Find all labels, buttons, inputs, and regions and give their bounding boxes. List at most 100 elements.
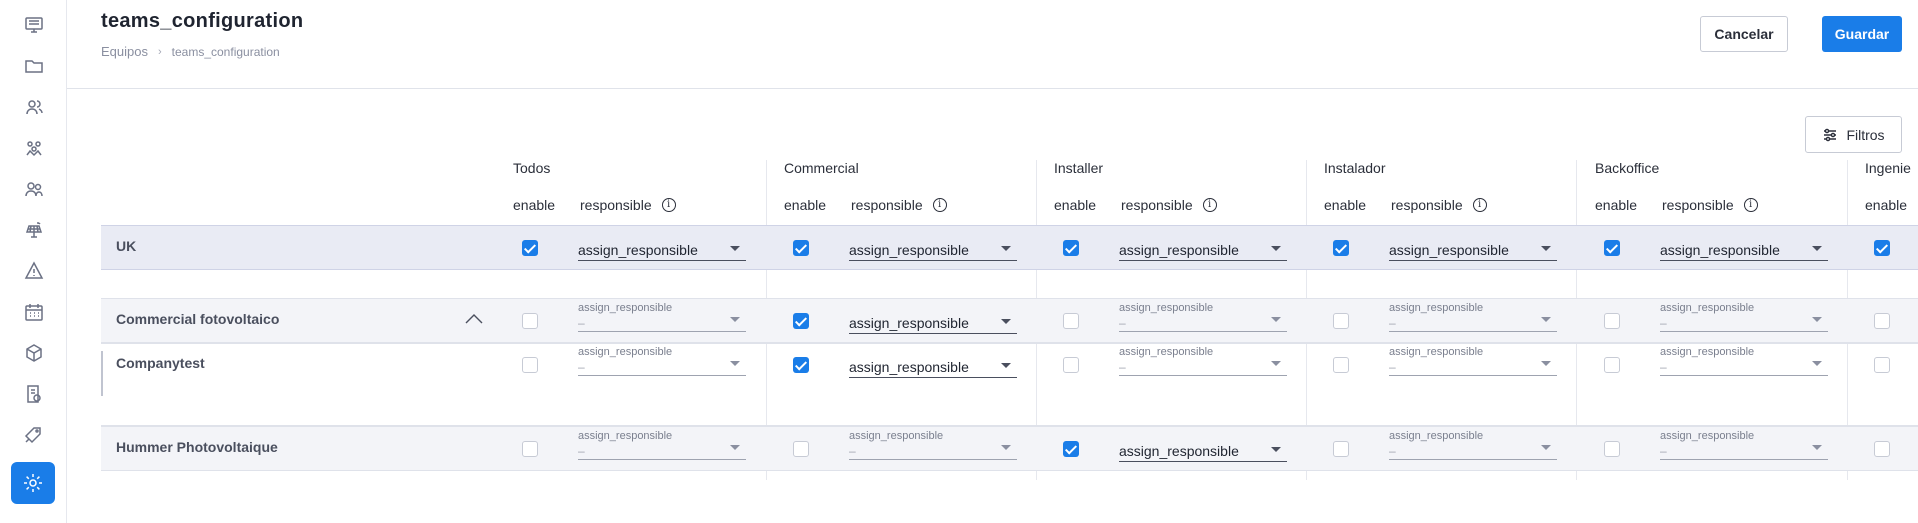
- dropdown-arrow-icon: [1812, 445, 1822, 450]
- column-header: Todos: [513, 160, 551, 176]
- responsible-select-placeholder: –: [1389, 444, 1396, 458]
- responsible-select-value: assign_responsible: [1119, 242, 1239, 258]
- sidebar-item-contacts[interactable]: [14, 87, 54, 127]
- dropdown-arrow-icon: [1812, 317, 1822, 322]
- responsible-select[interactable]: assign_responsible: [1119, 438, 1287, 462]
- table-spacer-row: [101, 270, 1918, 299]
- responsible-select[interactable]: assign_responsible –: [849, 430, 1017, 460]
- responsible-select-label: assign_responsible: [578, 430, 673, 442]
- responsible-select-label: assign_responsible: [1660, 302, 1755, 314]
- sidebar-item-billing[interactable]: [14, 374, 54, 414]
- enable-checkbox[interactable]: [1333, 240, 1349, 256]
- enable-checkbox[interactable]: [1604, 441, 1620, 457]
- responsible-select-value: assign_responsible: [1389, 242, 1509, 258]
- responsible-select[interactable]: assign_responsible: [1119, 237, 1287, 261]
- sidebar-item-calendar[interactable]: [14, 292, 54, 332]
- enable-checkbox[interactable]: [793, 357, 809, 373]
- enable-checkbox[interactable]: [793, 441, 809, 457]
- info-icon[interactable]: i: [1743, 198, 1758, 212]
- responsible-select[interactable]: assign_responsible –: [578, 346, 746, 376]
- enable-checkbox[interactable]: [1333, 357, 1349, 373]
- sidebar-item-monitor[interactable]: [14, 5, 54, 45]
- enable-checkbox[interactable]: [1874, 441, 1890, 457]
- team-icon: [26, 141, 42, 157]
- responsible-select-label: assign_responsible: [1389, 346, 1484, 358]
- responsible-select-label: assign_responsible: [1660, 346, 1755, 358]
- responsible-select[interactable]: assign_responsible –: [1660, 346, 1828, 376]
- enable-checkbox[interactable]: [1604, 357, 1620, 373]
- info-icon[interactable]: i: [932, 198, 947, 212]
- responsible-select[interactable]: assign_responsible –: [1119, 302, 1287, 332]
- responsible-select[interactable]: assign_responsible –: [1660, 302, 1828, 332]
- dropdown-arrow-icon: [1001, 246, 1011, 251]
- subheader-enable: enable: [1865, 197, 1907, 213]
- enable-checkbox[interactable]: [522, 441, 538, 457]
- enable-checkbox[interactable]: [1604, 240, 1620, 256]
- sidebar-item-users[interactable]: [14, 169, 54, 209]
- teams-config-table: Todos enable responsible i Commercial enable r…: [101, 160, 1918, 480]
- responsible-select-placeholder: –: [1389, 360, 1396, 374]
- responsible-select[interactable]: assign_responsible –: [578, 430, 746, 460]
- enable-checkbox[interactable]: [793, 313, 809, 329]
- responsible-select[interactable]: assign_responsible –: [1389, 346, 1557, 376]
- responsible-select[interactable]: assign_responsible: [849, 354, 1017, 378]
- subheader-enable-label: enable: [784, 197, 827, 213]
- user-group-icon: [26, 100, 43, 115]
- responsible-select[interactable]: assign_responsible –: [578, 302, 746, 332]
- sidebar-item-solar[interactable]: [14, 210, 54, 250]
- enable-checkbox[interactable]: [1874, 357, 1890, 373]
- responsible-select[interactable]: assign_responsible –: [1389, 430, 1557, 460]
- collapse-chevron-up-icon[interactable]: [464, 312, 484, 326]
- enable-checkbox[interactable]: [1333, 441, 1349, 457]
- responsible-select[interactable]: assign_responsible: [849, 237, 1017, 261]
- enable-checkbox[interactable]: [1874, 313, 1890, 329]
- sidebar-item-products[interactable]: [14, 333, 54, 373]
- info-icon[interactable]: i: [1472, 198, 1487, 212]
- responsible-select[interactable]: assign_responsible –: [1660, 430, 1828, 460]
- responsible-select-placeholder: –: [1660, 444, 1667, 458]
- row-team-name: UK: [116, 238, 137, 254]
- enable-checkbox[interactable]: [1063, 441, 1079, 457]
- folder-icon: [25, 60, 43, 73]
- responsible-select[interactable]: assign_responsible: [849, 310, 1017, 334]
- info-icon[interactable]: i: [1202, 198, 1217, 212]
- responsible-select[interactable]: assign_responsible: [1389, 237, 1557, 261]
- info-icon[interactable]: i: [661, 198, 676, 212]
- breadcrumb: Equipos › teams_configuration: [101, 44, 280, 59]
- dropdown-arrow-icon: [1271, 317, 1281, 322]
- breadcrumb-link-equipos[interactable]: Equipos: [101, 44, 148, 59]
- filters-button[interactable]: Filtros: [1805, 116, 1902, 153]
- enable-checkbox[interactable]: [1063, 313, 1079, 329]
- responsible-select-placeholder: –: [578, 360, 585, 374]
- responsible-select-label: assign_responsible: [578, 346, 673, 358]
- sidebar-item-settings[interactable]: [11, 462, 55, 504]
- sidebar-item-teams[interactable]: [14, 128, 54, 168]
- responsible-select[interactable]: assign_responsible: [1660, 237, 1828, 261]
- responsible-select[interactable]: assign_responsible –: [1119, 346, 1287, 376]
- enable-checkbox[interactable]: [522, 313, 538, 329]
- solar-panel-icon: [25, 222, 43, 238]
- cancel-button[interactable]: Cancelar: [1700, 16, 1788, 52]
- enable-checkbox[interactable]: [1604, 313, 1620, 329]
- dropdown-arrow-icon: [730, 445, 740, 450]
- enable-checkbox[interactable]: [1874, 240, 1890, 256]
- subheader-responsible-label: responsible: [580, 197, 652, 213]
- subheader-responsible: responsible i: [851, 197, 947, 213]
- responsible-select-label: assign_responsible: [1389, 430, 1484, 442]
- enable-checkbox[interactable]: [1333, 313, 1349, 329]
- chevron-right-icon: ›: [157, 45, 162, 58]
- enable-checkbox[interactable]: [793, 240, 809, 256]
- breadcrumb-current: teams_configuration: [171, 44, 280, 59]
- responsible-select[interactable]: assign_responsible: [578, 237, 746, 261]
- enable-checkbox[interactable]: [522, 240, 538, 256]
- dropdown-arrow-icon: [1001, 445, 1011, 450]
- responsible-select[interactable]: assign_responsible –: [1389, 302, 1557, 332]
- enable-checkbox[interactable]: [522, 357, 538, 373]
- enable-checkbox[interactable]: [1063, 357, 1079, 373]
- sidebar-item-alerts[interactable]: [14, 251, 54, 291]
- sidebar-item-projects[interactable]: [14, 46, 54, 86]
- save-button[interactable]: Guardar: [1822, 16, 1902, 52]
- warning-icon: [24, 261, 44, 279]
- sidebar-item-tags[interactable]: [14, 415, 54, 455]
- enable-checkbox[interactable]: [1063, 240, 1079, 256]
